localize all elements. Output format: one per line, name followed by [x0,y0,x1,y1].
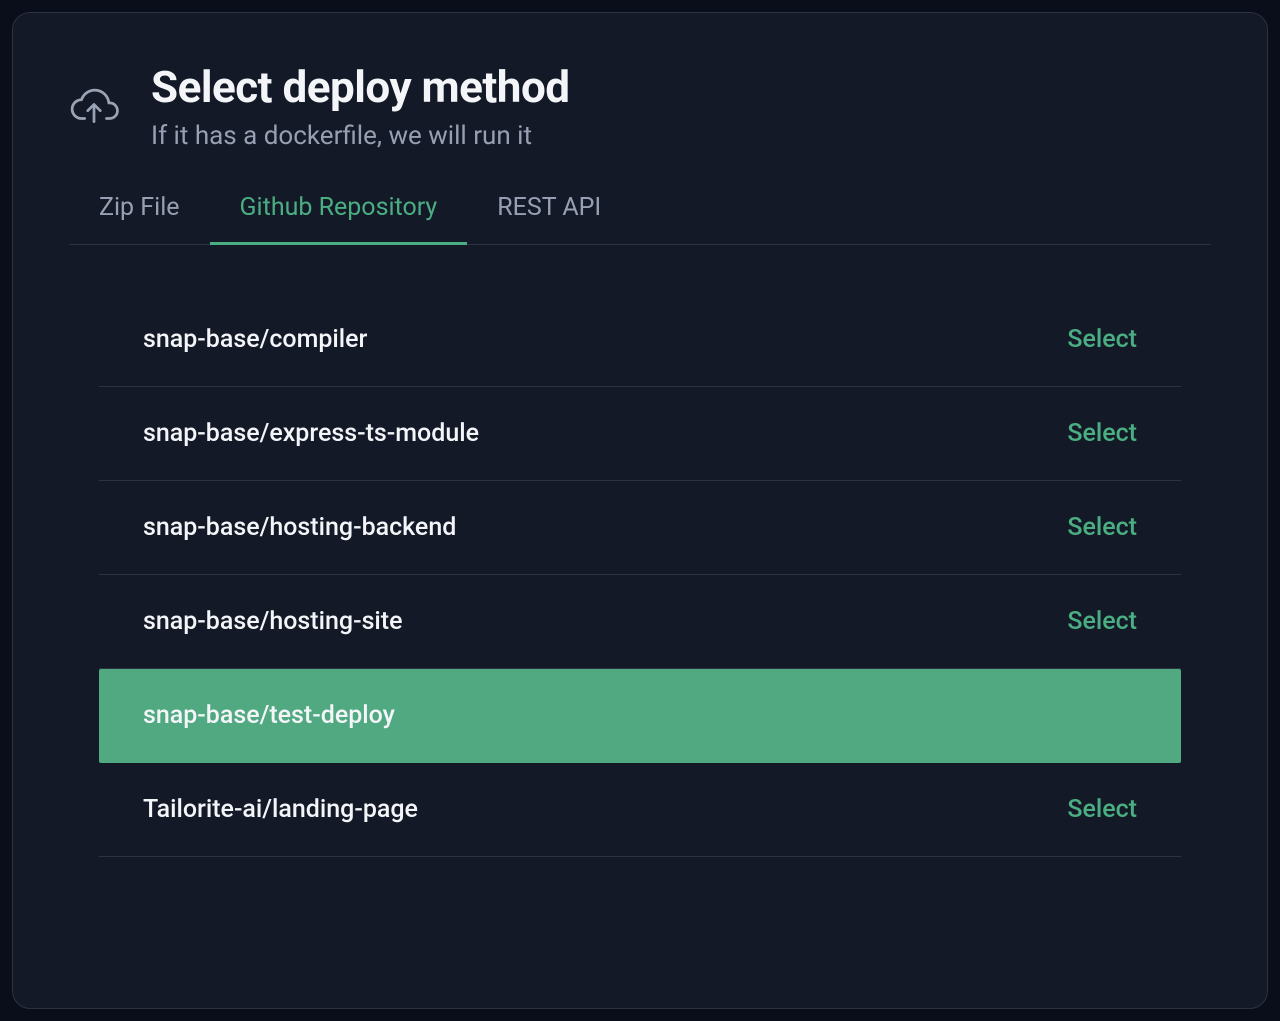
deploy-method-card: Select deploy method If it has a dockerf… [12,12,1268,1009]
select-button[interactable]: Select [1067,607,1137,636]
select-button[interactable]: Select [1067,419,1137,448]
tab-rest-api[interactable]: REST API [467,175,631,244]
repo-name: snap-base/express-ts-module [143,419,479,448]
page-title: Select deploy method [151,61,570,113]
repo-name: snap-base/hosting-backend [143,513,456,542]
select-button[interactable]: Select [1067,513,1137,542]
deploy-method-tabs: Zip File Github Repository REST API [69,175,1211,245]
header-text: Select deploy method If it has a dockerf… [151,61,570,151]
page-subtitle: If it has a dockerfile, we will run it [151,121,570,151]
repo-row[interactable]: snap-base/compiler Select [99,293,1181,387]
repo-name: snap-base/hosting-site [143,607,403,636]
repo-name: snap-base/compiler [143,325,367,354]
repo-row[interactable]: snap-base/hosting-site Select [99,575,1181,669]
repo-row[interactable]: snap-base/hosting-backend Select [99,481,1181,575]
tab-zip-file[interactable]: Zip File [69,175,210,244]
repo-name: snap-base/test-deploy [143,701,395,730]
repo-row[interactable]: snap-base/express-ts-module Select [99,387,1181,481]
cloud-upload-icon [69,61,119,131]
card-header: Select deploy method If it has a dockerf… [69,61,1211,151]
repository-list: snap-base/compiler Select snap-base/expr… [69,293,1211,857]
repo-row-selected[interactable]: snap-base/test-deploy Select [99,669,1181,763]
select-button[interactable]: Select [1067,795,1137,824]
tab-github-repository[interactable]: Github Repository [210,175,468,244]
repo-name: Tailorite-ai/landing-page [143,795,418,824]
repo-row[interactable]: Tailorite-ai/landing-page Select [99,763,1181,857]
select-button[interactable]: Select [1067,325,1137,354]
